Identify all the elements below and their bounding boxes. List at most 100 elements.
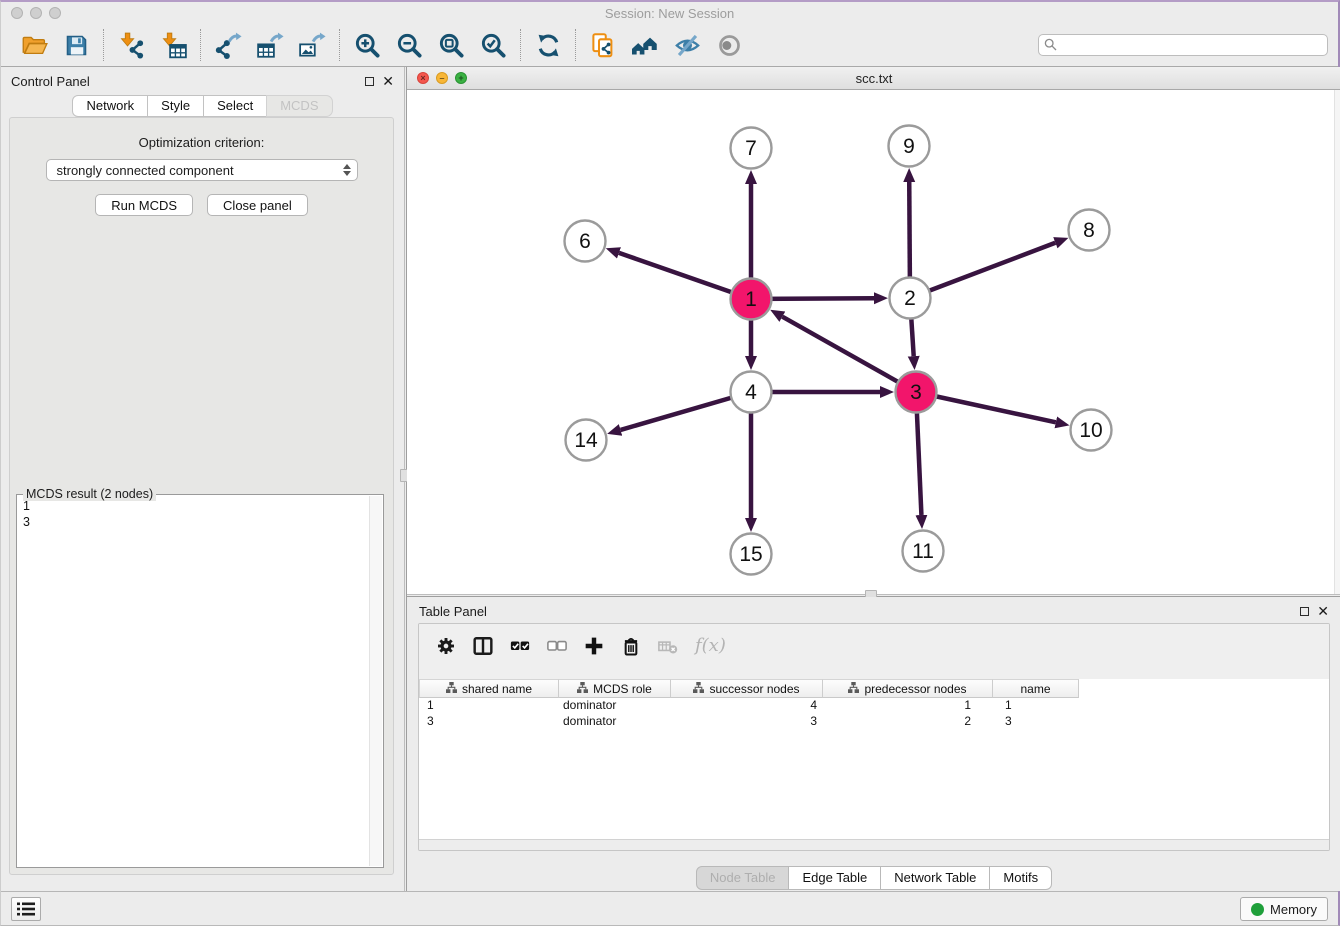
- table-cell: 4: [671, 698, 823, 714]
- run-mcds-button[interactable]: Run MCDS: [95, 194, 193, 216]
- graph-edge-2-8[interactable]: [910, 243, 1055, 298]
- column-header-name[interactable]: name: [993, 679, 1079, 698]
- tab-network[interactable]: Network: [72, 95, 148, 117]
- graph-node-4[interactable]: 4: [731, 372, 772, 413]
- column-header-successor-nodes[interactable]: successor nodes: [671, 679, 823, 698]
- criterion-select[interactable]: strongly connected component: [46, 159, 358, 181]
- close-panel-button[interactable]: Close panel: [207, 194, 308, 216]
- toolbar-group: [340, 31, 520, 59]
- graph-node-14[interactable]: 14: [566, 420, 607, 461]
- close-panel-icon[interactable]: ✕: [1317, 604, 1329, 618]
- svg-text:3: 3: [910, 381, 922, 404]
- column-header-predecessor-nodes[interactable]: predecessor nodes: [823, 679, 993, 698]
- mcds-result-title: MCDS result (2 nodes): [23, 487, 156, 501]
- zoom-fit-icon[interactable]: [437, 31, 465, 59]
- zoom-selected-icon[interactable]: [479, 31, 507, 59]
- zoom-out-icon[interactable]: [395, 31, 423, 59]
- column-header-label: MCDS role: [593, 682, 652, 696]
- task-history-button[interactable]: [11, 897, 41, 921]
- save-session-icon[interactable]: [62, 31, 90, 59]
- table-cell: dominator: [559, 698, 671, 714]
- result-scrollbar[interactable]: [369, 496, 382, 866]
- graph-node-1[interactable]: 1: [731, 279, 772, 320]
- tab-mcds[interactable]: MCDS: [266, 95, 332, 117]
- graph-node-8[interactable]: 8: [1069, 210, 1110, 251]
- zoom-in-icon[interactable]: [353, 31, 381, 59]
- export-table-icon[interactable]: [256, 31, 284, 59]
- select-spinner-icon: [343, 164, 351, 176]
- svg-text:4: 4: [745, 381, 757, 404]
- graph-node-9[interactable]: 9: [889, 126, 930, 167]
- graph-node-2[interactable]: 2: [890, 278, 931, 319]
- unselect-all-icon[interactable]: [547, 636, 567, 656]
- svg-text:9: 9: [903, 135, 915, 158]
- graph-node-10[interactable]: 10: [1071, 410, 1112, 451]
- network-graph[interactable]: 7 9 6 8 1 2 4 3 14 10 15 11: [407, 90, 1340, 594]
- memory-button-label: Memory: [1270, 902, 1317, 917]
- export-image-icon[interactable]: [298, 31, 326, 59]
- control-panel-title: Control Panel: [11, 74, 90, 89]
- table-cell: 3: [419, 714, 559, 730]
- svg-text:2: 2: [904, 287, 916, 310]
- split-columns-icon[interactable]: [473, 636, 493, 656]
- home-icon[interactable]: [631, 31, 659, 59]
- table-cell: 2: [823, 714, 993, 730]
- table-row[interactable]: 1dominator411: [419, 698, 1329, 714]
- export-network-icon[interactable]: [214, 31, 242, 59]
- hide-visual-icon[interactable]: [673, 31, 701, 59]
- criterion-select-value: strongly connected component: [57, 163, 234, 178]
- memory-status-icon: [1251, 903, 1264, 916]
- control-panel: Control Panel ✕ NetworkStyleSelectMCDS O…: [1, 67, 404, 891]
- search-icon: [1044, 38, 1057, 54]
- select-all-icon[interactable]: [510, 636, 530, 656]
- column-header-label: successor nodes: [709, 682, 799, 696]
- graph-node-7[interactable]: 7: [731, 128, 772, 169]
- mcds-result-box[interactable]: MCDS result (2 nodes) 13: [16, 494, 384, 868]
- float-panel-icon[interactable]: [365, 77, 374, 86]
- import-network-icon[interactable]: [117, 31, 145, 59]
- graph-edge-3-1[interactable]: [782, 317, 916, 392]
- graph-node-6[interactable]: 6: [565, 221, 606, 262]
- svg-text:11: 11: [912, 540, 934, 563]
- svg-text:6: 6: [579, 230, 591, 253]
- import-table-icon[interactable]: [159, 31, 187, 59]
- close-panel-icon[interactable]: ✕: [382, 74, 394, 88]
- refresh-layout-icon[interactable]: [534, 31, 562, 59]
- tab-node-table[interactable]: Node Table: [696, 866, 790, 890]
- toolbar-group: [576, 31, 756, 59]
- tab-network-table[interactable]: Network Table: [880, 866, 990, 890]
- control-panel-tabs: NetworkStyleSelectMCDS: [1, 95, 404, 117]
- network-scrollbar[interactable]: [1334, 90, 1340, 594]
- copy-network-icon[interactable]: [589, 31, 617, 59]
- open-folder-icon[interactable]: [20, 31, 48, 59]
- column-header-MCDS-role[interactable]: MCDS role: [559, 679, 671, 698]
- svg-text:1: 1: [745, 288, 757, 311]
- tab-edge-table[interactable]: Edge Table: [788, 866, 881, 890]
- function-icon: f(x): [695, 635, 726, 656]
- tab-select[interactable]: Select: [203, 95, 267, 117]
- network-window-titlebar: × – + scc.txt: [407, 67, 1340, 90]
- add-row-icon[interactable]: [584, 636, 604, 656]
- column-header-shared-name[interactable]: shared name: [419, 679, 559, 698]
- graph-node-11[interactable]: 11: [903, 531, 944, 572]
- tab-motifs[interactable]: Motifs: [989, 866, 1052, 890]
- graph-node-15[interactable]: 15: [731, 534, 772, 575]
- gear-icon[interactable]: [436, 636, 456, 656]
- main-area: Control Panel ✕ NetworkStyleSelectMCDS O…: [1, 67, 1338, 891]
- float-panel-icon[interactable]: [1300, 607, 1309, 616]
- svg-text:14: 14: [574, 429, 598, 452]
- list-icon: [17, 902, 35, 916]
- search-input[interactable]: [1038, 34, 1328, 56]
- delete-row-icon[interactable]: [621, 636, 641, 656]
- table-horizontal-scrollbar[interactable]: [419, 839, 1329, 850]
- memory-button[interactable]: Memory: [1240, 897, 1328, 921]
- table-row[interactable]: 3dominator323: [419, 714, 1329, 730]
- network-canvas[interactable]: 7 9 6 8 1 2 4 3 14 10 15 11: [407, 90, 1340, 594]
- control-panel-header: Control Panel ✕: [1, 67, 404, 95]
- tab-style[interactable]: Style: [147, 95, 204, 117]
- app-window: Session: New Session Control Panel ✕ Net…: [0, 0, 1340, 926]
- graph-node-3[interactable]: 3: [896, 372, 937, 413]
- toolbar-group: [104, 31, 200, 59]
- show-preview-icon[interactable]: [715, 31, 743, 59]
- mcds-panel: Optimization criterion: strongly connect…: [9, 117, 394, 875]
